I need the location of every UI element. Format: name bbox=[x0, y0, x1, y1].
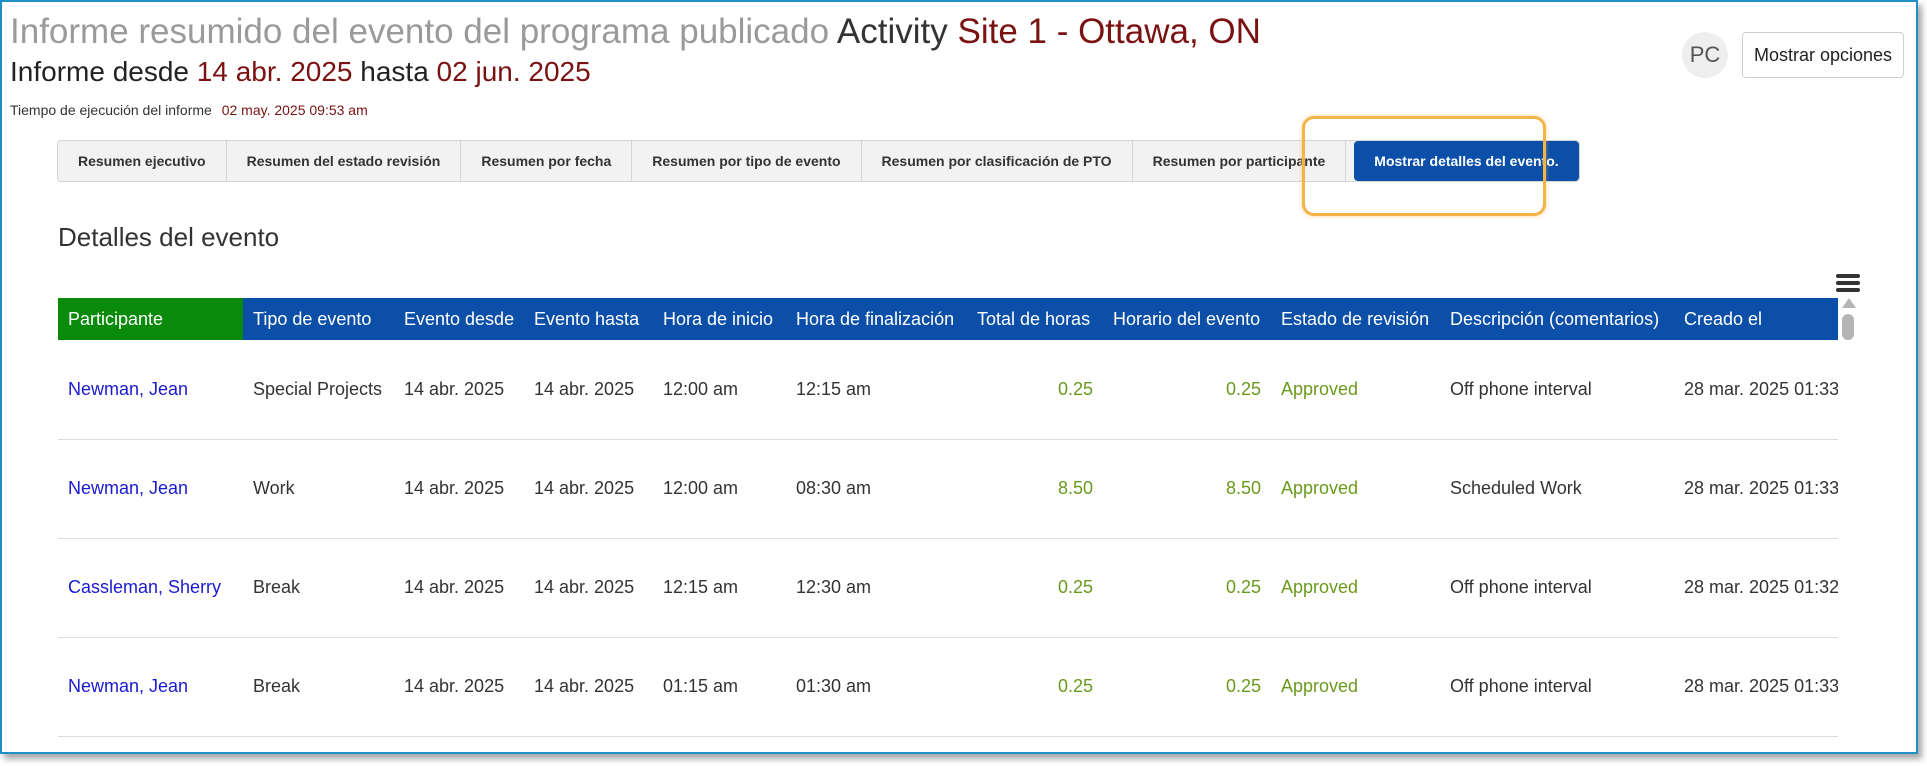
review-status-cell: Approved bbox=[1271, 538, 1440, 638]
range-prefix: Informe desde bbox=[10, 56, 189, 87]
event-from-cell: 14 abr. 2025 bbox=[394, 637, 524, 737]
report-runtime: Tiempo de ejecución del informe 02 may. … bbox=[10, 100, 1261, 120]
review-status-cell: Approved bbox=[1271, 637, 1440, 737]
created-on-cell: 28 mar. 2025 01:33 bbox=[1674, 637, 1838, 737]
event-schedule-cell: 8.50 bbox=[1103, 439, 1271, 539]
event-details-table: Participante Tipo de evento Evento desde… bbox=[58, 298, 1838, 737]
end-time-cell: 01:30 am bbox=[786, 637, 967, 737]
event-from-cell: 14 abr. 2025 bbox=[394, 538, 524, 638]
start-time-cell: 12:15 am bbox=[653, 538, 786, 638]
total-hours-cell: 8.50 bbox=[967, 439, 1103, 539]
runtime-label: Tiempo de ejecución del informe bbox=[10, 102, 212, 118]
participant-link[interactable]: Newman, Jean bbox=[58, 637, 243, 737]
show-options-button[interactable]: Mostrar opciones bbox=[1742, 32, 1904, 78]
event-from-cell: 14 abr. 2025 bbox=[394, 340, 524, 440]
event-type-cell: Special Projects bbox=[243, 340, 394, 440]
tab-event-type-summary[interactable]: Resumen por tipo de evento bbox=[632, 141, 862, 181]
report-window: Informe resumido del evento del programa… bbox=[0, 0, 1918, 754]
event-type-cell: Break bbox=[243, 538, 394, 638]
column-header-start-time[interactable]: Hora de inicio bbox=[653, 298, 786, 340]
description-cell: Off phone interval bbox=[1440, 637, 1674, 737]
column-header-description[interactable]: Descripción (comentarios) bbox=[1440, 298, 1674, 340]
section-title: Detalles del evento bbox=[58, 222, 280, 252]
description-cell: Off phone interval bbox=[1440, 340, 1674, 440]
event-details-table-container[interactable]: Participante Tipo de evento Evento desde… bbox=[58, 298, 1838, 752]
event-to-cell: 14 abr. 2025 bbox=[524, 439, 653, 539]
description-cell: Scheduled Work bbox=[1440, 439, 1674, 539]
table-header-row: Participante Tipo de evento Evento desde… bbox=[58, 298, 1838, 340]
start-time-cell: 12:00 am bbox=[653, 340, 786, 440]
range-mid: hasta bbox=[360, 56, 429, 87]
total-hours-cell: 0.25 bbox=[967, 637, 1103, 737]
description-cell: Off phone interval bbox=[1440, 538, 1674, 638]
event-to-cell: 14 abr. 2025 bbox=[524, 340, 653, 440]
start-time-cell: 12:00 am bbox=[653, 439, 786, 539]
column-header-review-status[interactable]: Estado de revisión bbox=[1271, 298, 1440, 340]
runtime-value: 02 may. 2025 09:53 am bbox=[221, 102, 368, 118]
vertical-scrollbar[interactable] bbox=[1840, 298, 1856, 358]
tab-executive-summary[interactable]: Resumen ejecutivo bbox=[58, 141, 227, 181]
column-header-total-hours[interactable]: Total de horas bbox=[967, 298, 1103, 340]
report-title-site: Site 1 - Ottawa, ON bbox=[957, 12, 1261, 51]
end-time-cell: 12:15 am bbox=[786, 340, 967, 440]
tab-participant-summary[interactable]: Resumen por participante bbox=[1133, 141, 1347, 181]
column-header-participant[interactable]: Participante bbox=[58, 298, 243, 340]
created-on-cell: 28 mar. 2025 01:32 bbox=[1674, 538, 1838, 638]
report-title-name: Informe resumido del evento del programa… bbox=[10, 12, 830, 51]
event-from-cell: 14 abr. 2025 bbox=[394, 439, 524, 539]
avatar[interactable]: PC bbox=[1682, 32, 1728, 78]
event-schedule-cell: 0.25 bbox=[1103, 340, 1271, 440]
column-header-end-time[interactable]: Hora de finalización bbox=[786, 298, 967, 340]
column-header-event-schedule[interactable]: Horario del evento bbox=[1103, 298, 1271, 340]
column-header-event-to[interactable]: Evento hasta bbox=[524, 298, 653, 340]
tab-event-details[interactable]: Mostrar detalles del evento. bbox=[1354, 141, 1579, 181]
total-hours-cell: 0.25 bbox=[967, 538, 1103, 638]
table-row: Newman, Jean Work 14 abr. 2025 14 abr. 2… bbox=[58, 439, 1838, 539]
created-on-cell: 28 mar. 2025 01:33 bbox=[1674, 439, 1838, 539]
tab-pto-classification-summary[interactable]: Resumen por clasificación de PTO bbox=[862, 141, 1133, 181]
range-from: 14 abr. 2025 bbox=[196, 56, 353, 87]
start-time-cell: 01:15 am bbox=[653, 637, 786, 737]
end-time-cell: 08:30 am bbox=[786, 439, 967, 539]
report-date-range: Informe desde 14 abr. 2025 hasta 02 jun.… bbox=[10, 54, 1261, 90]
table-row: Newman, Jean Break 14 abr. 2025 14 abr. … bbox=[58, 637, 1838, 737]
review-status-cell: Approved bbox=[1271, 439, 1440, 539]
scroll-thumb[interactable] bbox=[1842, 314, 1854, 340]
event-schedule-cell: 0.25 bbox=[1103, 538, 1271, 638]
column-header-event-from[interactable]: Evento desde bbox=[394, 298, 524, 340]
column-header-event-type[interactable]: Tipo de evento bbox=[243, 298, 394, 340]
hamburger-menu-icon[interactable] bbox=[1836, 274, 1860, 294]
review-status-cell: Approved bbox=[1271, 340, 1440, 440]
event-to-cell: 14 abr. 2025 bbox=[524, 538, 653, 638]
table-row: Cassleman, Sherry Break 14 abr. 2025 14 … bbox=[58, 538, 1838, 638]
created-on-cell: 28 mar. 2025 01:33 bbox=[1674, 340, 1838, 440]
end-time-cell: 12:30 am bbox=[786, 538, 967, 638]
event-schedule-cell: 0.25 bbox=[1103, 637, 1271, 737]
participant-link[interactable]: Newman, Jean bbox=[58, 439, 243, 539]
participant-link[interactable]: Newman, Jean bbox=[58, 340, 243, 440]
event-type-cell: Work bbox=[243, 439, 394, 539]
event-to-cell: 14 abr. 2025 bbox=[524, 637, 653, 737]
participant-link[interactable]: Cassleman, Sherry bbox=[58, 538, 243, 638]
report-title: Informe resumido del evento del programa… bbox=[10, 10, 1261, 54]
total-hours-cell: 0.25 bbox=[967, 340, 1103, 440]
table-row: Newman, Jean Special Projects 14 abr. 20… bbox=[58, 340, 1838, 440]
range-to: 02 jun. 2025 bbox=[436, 56, 591, 87]
event-type-cell: Break bbox=[243, 637, 394, 737]
report-header: Informe resumido del evento del programa… bbox=[10, 10, 1261, 120]
tab-date-summary[interactable]: Resumen por fecha bbox=[461, 141, 633, 181]
scroll-up-icon[interactable] bbox=[1842, 298, 1856, 308]
column-header-created-on[interactable]: Creado el bbox=[1674, 298, 1838, 340]
report-tabs: Resumen ejecutivo Resumen del estado rev… bbox=[57, 140, 1580, 182]
report-title-activity: Activity bbox=[836, 12, 948, 51]
tab-review-status-summary[interactable]: Resumen del estado revisión bbox=[227, 141, 462, 181]
